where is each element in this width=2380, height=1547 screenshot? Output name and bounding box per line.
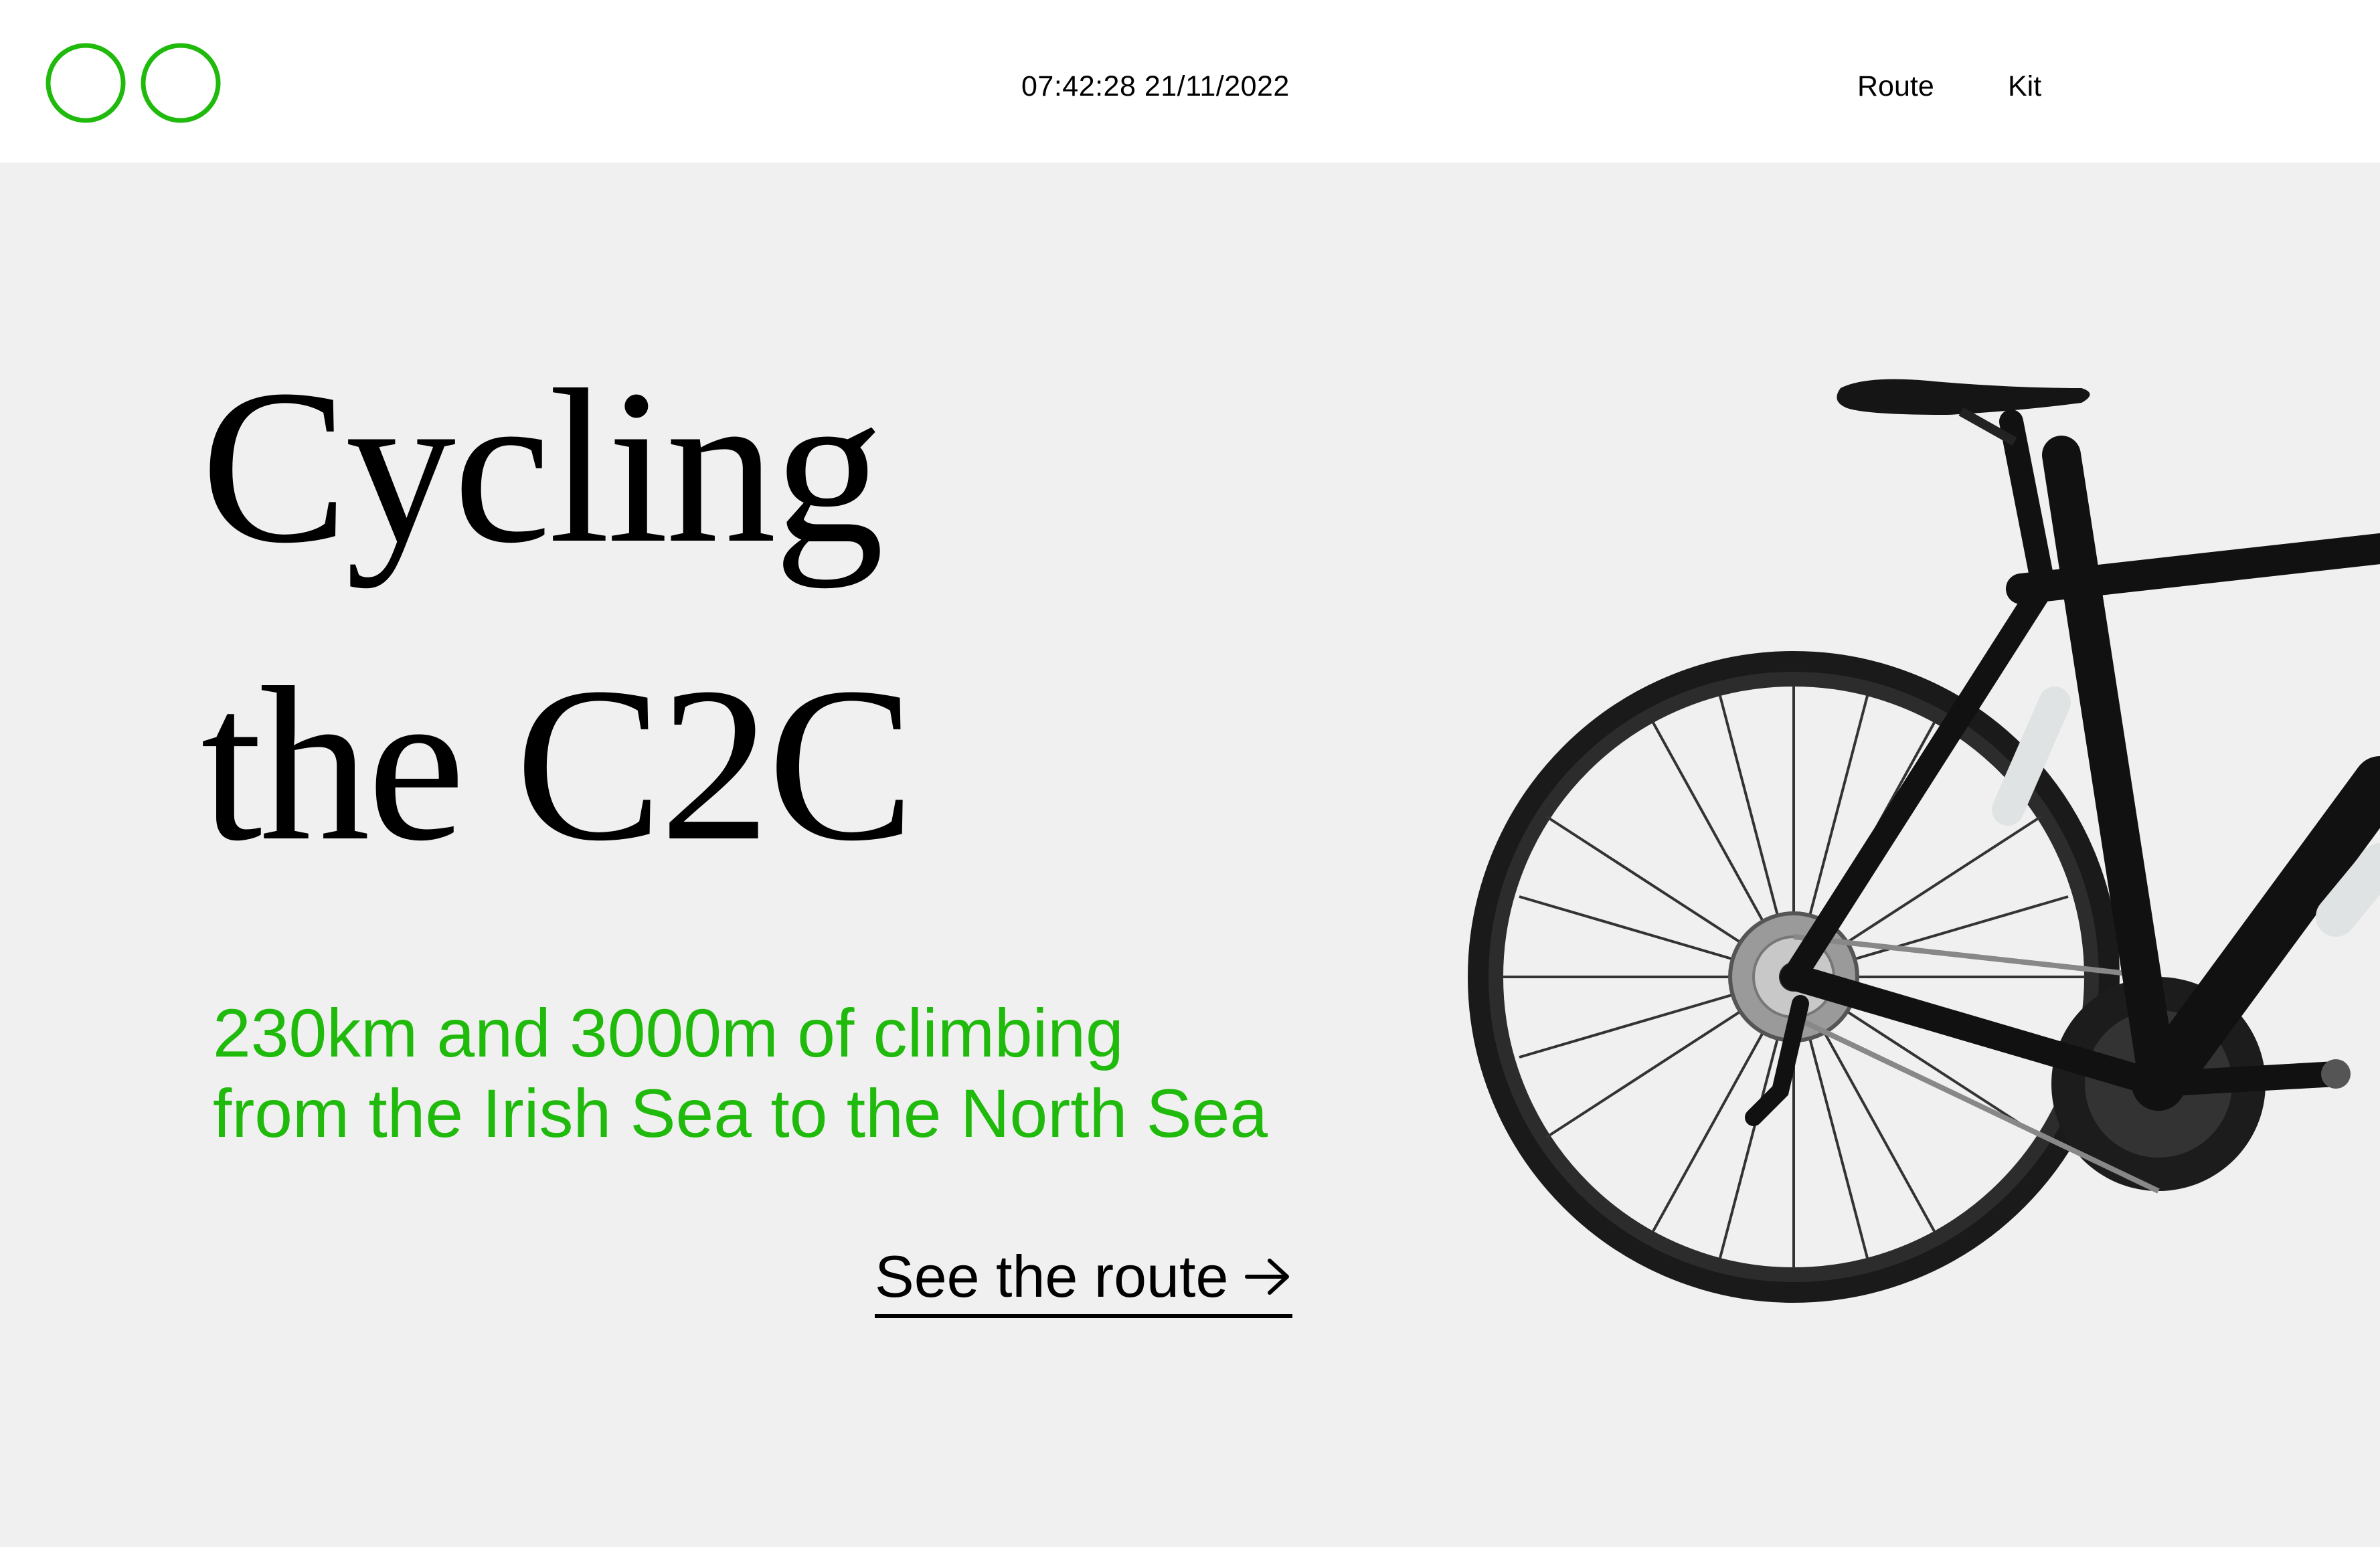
see-route-label: See the route	[875, 1243, 1229, 1309]
road-bike-illustration	[1466, 348, 2380, 1305]
hero-subtitle-line-1: 230km and 3000m of climbing	[213, 995, 1124, 1071]
nav-route-link[interactable]: Route	[1857, 70, 1934, 103]
hero-subtitle: 230km and 3000m of climbing from the Iri…	[213, 993, 1268, 1154]
current-datetime: 07:42:28 21/11/2022	[1021, 70, 1290, 102]
nav-kit-link[interactable]: Kit	[2008, 70, 2041, 103]
hero-title: Cycling the C2C	[201, 318, 915, 913]
hero-title-line-2: the C2C	[201, 642, 915, 887]
see-route-link[interactable]: See the route	[875, 1243, 1293, 1318]
arrow-right-icon	[1244, 1257, 1292, 1297]
logo-icon[interactable]	[44, 41, 221, 125]
site-header: 07:42:28 21/11/2022 Route Kit	[0, 0, 2380, 163]
hero-title-line-1: Cycling	[201, 345, 884, 589]
hero-subtitle-line-2: from the Irish Sea to the North Sea	[213, 1075, 1268, 1152]
